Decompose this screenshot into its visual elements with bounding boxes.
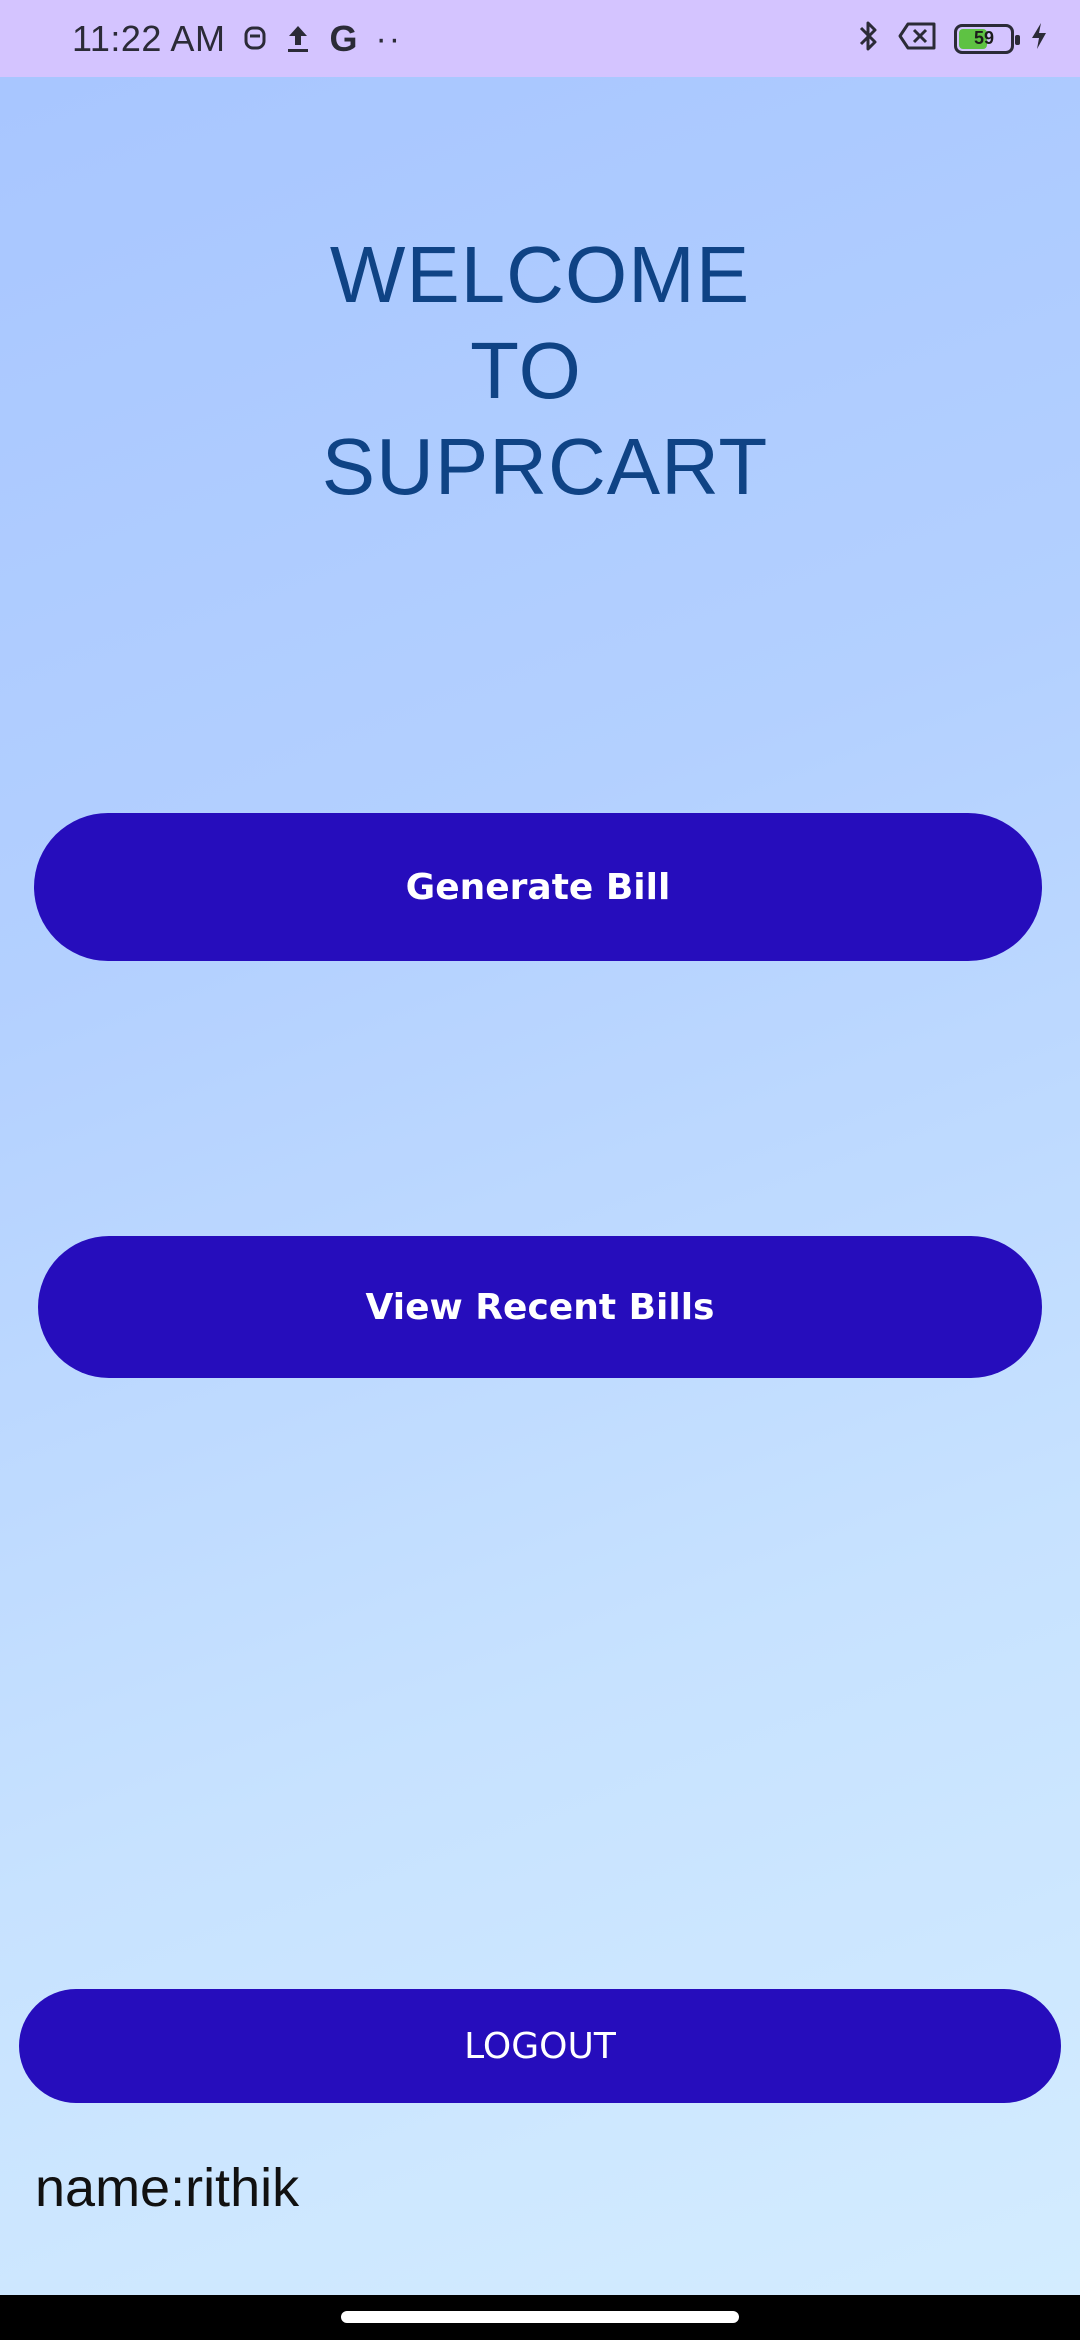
google-icon: G (329, 17, 358, 59)
status-left-icons: G ·· (243, 17, 403, 59)
welcome-title: WELCOME TO SUPRCART (0, 227, 1080, 515)
welcome-line-2: TO (470, 326, 582, 415)
logout-button[interactable]: LOGOUT (19, 1989, 1061, 2103)
navigation-bar (0, 2295, 1080, 2340)
status-time: 11:22 AM (72, 17, 226, 59)
generate-bill-button[interactable]: Generate Bill (34, 813, 1042, 961)
notification-icon (243, 24, 267, 54)
battery-icon: 59 (954, 23, 1020, 54)
battery-level: 59 (973, 28, 995, 48)
home-indicator[interactable] (341, 2311, 739, 2323)
more-dots-icon: ·· (375, 19, 403, 58)
status-right-icons: 59 (856, 0, 1048, 77)
user-name-label: name:rithik (35, 2158, 300, 2218)
bluetooth-icon (856, 17, 882, 60)
welcome-line-3: SUPRCART (321, 422, 769, 511)
welcome-line-1: WELCOME (329, 230, 751, 319)
upload-icon (285, 23, 311, 55)
app-screen: WELCOME TO SUPRCART Generate Bill View R… (0, 77, 1080, 2295)
status-bar: 11:22 AM G ·· 59 (0, 0, 1080, 77)
charging-icon (1030, 21, 1048, 56)
view-recent-bills-button[interactable]: View Recent Bills (38, 1236, 1042, 1378)
no-sim-icon (898, 20, 938, 57)
